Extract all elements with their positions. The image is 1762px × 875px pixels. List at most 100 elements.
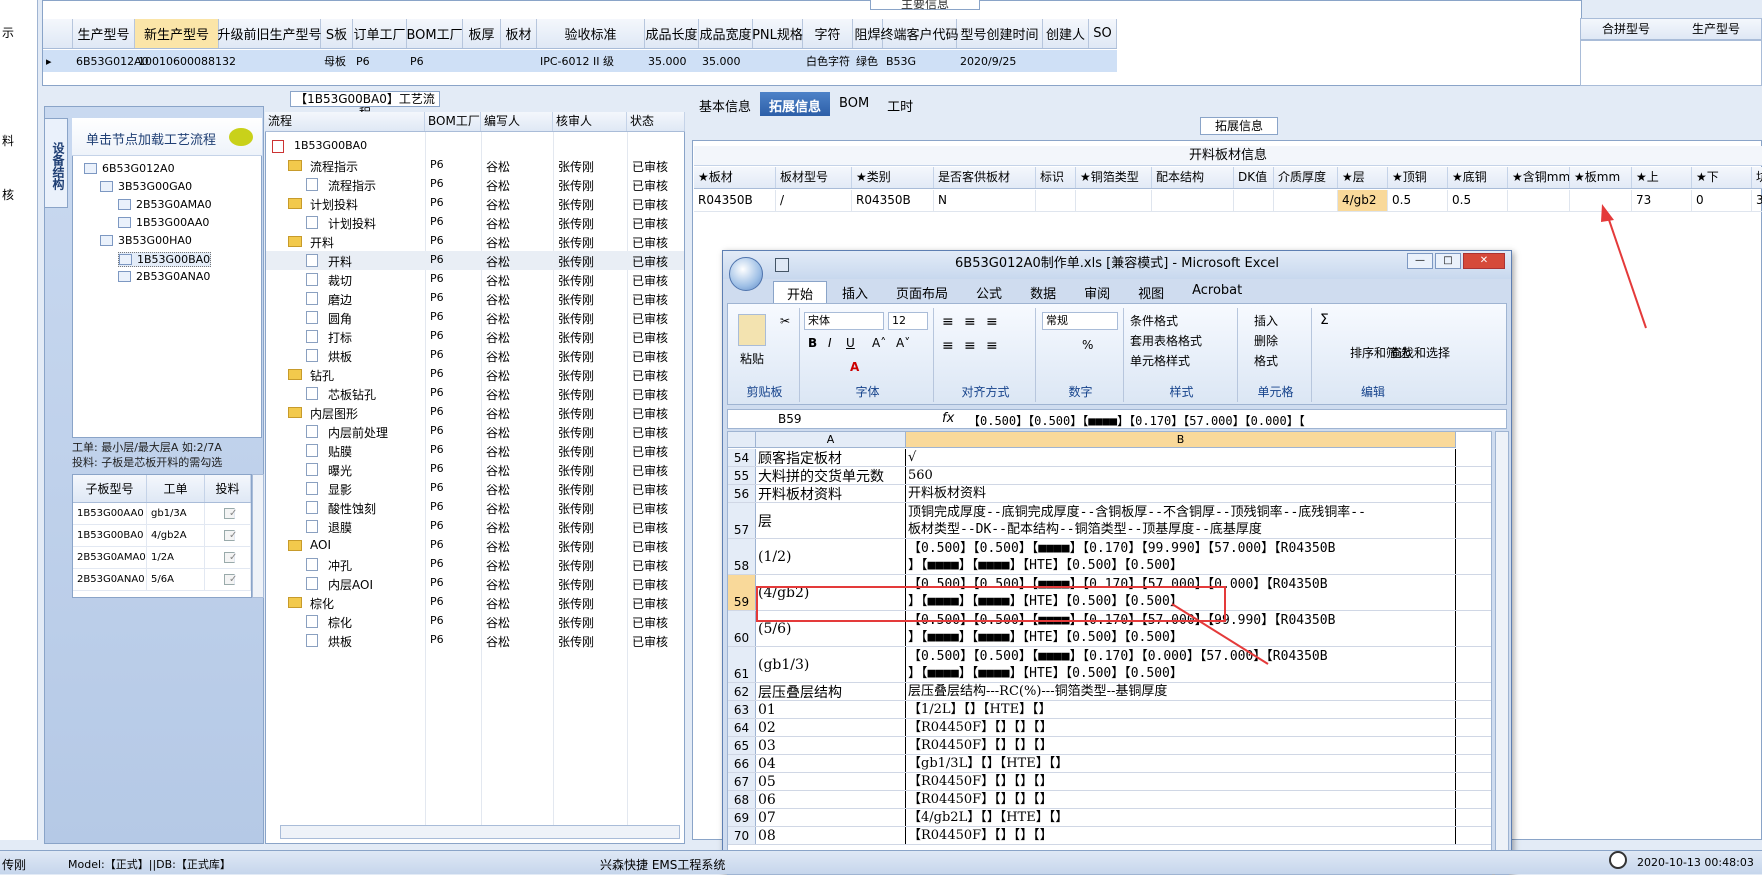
process-row[interactable]: AOI P6 谷松 张传刚 已审核 — [266, 536, 684, 555]
ribbon-tab[interactable]: 开始 — [773, 281, 828, 303]
process-list-scrollbar[interactable] — [280, 825, 680, 839]
row-number[interactable]: 66 — [728, 755, 756, 772]
cell-b[interactable]: 层压叠层结构---RC(%)---铜箔类型--基铜厚度 — [906, 683, 1456, 700]
sheet-row[interactable]: 56 开料板材资料 开料板材资料 — [728, 485, 1491, 503]
board-cell[interactable]: 0.5 — [1448, 190, 1508, 212]
cell-a[interactable]: 07 — [756, 809, 906, 826]
sub-cell[interactable]: ✓ — [205, 547, 251, 568]
ribbon-tab[interactable]: 插入 — [829, 281, 881, 303]
ribbon-tab[interactable]: 公式 — [963, 281, 1015, 303]
sheet-row[interactable]: 64 02 【R04450F】【】【】【】 — [728, 719, 1491, 737]
process-row[interactable]: 计划投料 P6 谷松 张传刚 已审核 — [266, 194, 684, 213]
sub-table-row[interactable]: 2B53G0ANA0 5/6A ✓ — [73, 569, 251, 591]
shrink-font-icon[interactable]: A˅ — [896, 336, 910, 350]
board-header-cell[interactable]: 坑 — [1752, 167, 1762, 188]
row-number[interactable]: 54 — [728, 449, 756, 466]
board-header-cell[interactable]: 介质厚度 — [1274, 167, 1338, 188]
process-row[interactable]: 1B53G00BA0 — [266, 137, 684, 156]
checkbox[interactable]: ✓ — [224, 552, 237, 563]
conditional-format-button[interactable]: 条件格式 — [1130, 312, 1178, 329]
sheet-row[interactable]: 61 (gb1/3) 【0.500】【0.500】【■■■■】【0.170】【0.0… — [728, 647, 1491, 683]
row-number[interactable]: 59 — [728, 575, 756, 610]
board-cell[interactable]: R04350B — [852, 190, 934, 212]
name-box[interactable]: B59 — [778, 412, 802, 426]
column-header[interactable]: SO — [1089, 19, 1117, 48]
row-number[interactable]: 55 — [728, 467, 756, 484]
grid-corner[interactable] — [43, 19, 73, 48]
process-row[interactable]: 内层AOI P6 谷松 张传刚 已审核 — [266, 574, 684, 593]
process-row[interactable]: 流程指示 P6 谷松 张传刚 已审核 — [266, 156, 684, 175]
process-header-cell[interactable]: BOM工厂 — [425, 112, 481, 131]
main-grid-row[interactable]: ▸ 6B53G012A0 10010600088132 母板 P6 P6 IPC-6012 … — [43, 50, 1117, 72]
process-row[interactable]: 棕化 P6 谷松 张传刚 已审核 — [266, 612, 684, 631]
cell-a[interactable]: 02 — [756, 719, 906, 736]
row-number[interactable]: 58 — [728, 539, 756, 574]
board-header-cell[interactable]: ★层 — [1338, 167, 1388, 188]
tab-hours[interactable]: 工时 — [878, 92, 922, 116]
row-selector[interactable]: ▸ — [43, 50, 73, 72]
process-row[interactable]: 冲孔 P6 谷松 张传刚 已审核 — [266, 555, 684, 574]
sheet-row[interactable]: 68 06 【R04450F】【】【】【】 — [728, 791, 1491, 809]
italic-icon[interactable]: I — [828, 336, 832, 350]
column-header[interactable]: A — [756, 432, 906, 447]
cell-b[interactable]: 【R04450F】【】【】【】 — [906, 773, 1456, 790]
board-header-cell[interactable]: ★上 — [1632, 167, 1692, 188]
sub-cell[interactable]: gb1/3A — [147, 503, 205, 524]
save-icon[interactable] — [775, 258, 789, 272]
grid-cell[interactable]: IPC-6012 II 级 — [537, 50, 645, 72]
column-header[interactable]: PNL规格 — [752, 19, 803, 48]
process-row[interactable]: 钻孔 P6 谷松 张传刚 已审核 — [266, 365, 684, 384]
cell-b[interactable]: 【R04450F】【】【】【】 — [906, 827, 1456, 844]
corner-cell[interactable] — [728, 432, 756, 447]
tab-extended-info[interactable]: 拓展信息 — [760, 92, 831, 116]
process-row[interactable]: 内层图形 P6 谷松 张传刚 已审核 — [266, 403, 684, 422]
number-format-select[interactable]: 常规 — [1042, 312, 1118, 330]
row-number[interactable]: 56 — [728, 485, 756, 502]
tree-node[interactable]: 2B53G0ANA0 — [118, 270, 210, 283]
format-cells-button[interactable]: 格式 — [1254, 352, 1278, 369]
tree-node[interactable]: 3B53G00HA0 — [100, 234, 192, 247]
process-row[interactable]: 裁切 P6 谷松 张传刚 已审核 — [266, 270, 684, 289]
process-header-cell[interactable]: 流程 — [265, 112, 425, 131]
board-header-cell[interactable]: ★类别 — [852, 167, 934, 188]
sheet-scrollbar[interactable] — [1495, 431, 1509, 875]
column-header[interactable]: 阻焊 — [853, 19, 883, 48]
office-button-icon[interactable] — [729, 257, 763, 291]
column-header[interactable]: 生产型号 — [73, 19, 135, 48]
cell-b[interactable]: 【4/gb2L】【】【HTE】【】 — [906, 809, 1456, 826]
sheet-row[interactable]: 54 顾客指定板材 √ — [728, 449, 1491, 467]
row-number[interactable]: 62 — [728, 683, 756, 700]
column-header[interactable]: 型号创建时间 — [957, 19, 1043, 48]
row-number[interactable]: 60 — [728, 611, 756, 646]
board-cell[interactable] — [1036, 190, 1076, 212]
board-header-cell[interactable]: ★含铜mm — [1508, 167, 1570, 188]
board-header-cell[interactable]: 标识 — [1036, 167, 1076, 188]
board-header-cell[interactable]: 板材型号 — [776, 167, 852, 188]
process-header-cell[interactable]: 状态 — [627, 112, 685, 131]
tree-node[interactable]: 6B53G012A0 — [84, 162, 175, 175]
process-row[interactable]: 贴膜 P6 谷松 张传刚 已审核 — [266, 441, 684, 460]
sub-header-cell[interactable]: 投料 — [205, 475, 251, 502]
paste-label[interactable]: 粘贴 — [740, 350, 764, 367]
cell-a[interactable]: 08 — [756, 827, 906, 844]
font-size-select[interactable]: 12 — [888, 312, 928, 330]
sub-cell[interactable]: 1B53G00AA0 — [73, 503, 147, 524]
sheet-row[interactable]: 58 (1/2) 【0.500】【0.500】【■■■■】【0.170】【99.99… — [728, 539, 1491, 575]
process-row[interactable]: 开料 P6 谷松 张传刚 已审核 — [266, 251, 684, 270]
sub-cell[interactable]: 2B53G0ANA0 — [73, 569, 147, 590]
cell-b[interactable]: 【R04450F】【】【】【】 — [906, 719, 1456, 736]
grid-cell[interactable] — [463, 50, 501, 72]
table-format-button[interactable]: 套用表格格式 — [1130, 332, 1202, 349]
ribbon-tab[interactable]: 视图 — [1125, 281, 1177, 303]
board-header-cell[interactable]: ★板材 — [694, 167, 776, 188]
cell-a[interactable]: (gb1/3) — [756, 647, 906, 682]
cell-a[interactable]: (1/2) — [756, 539, 906, 574]
column-header[interactable]: 新生产型号 — [135, 19, 219, 48]
board-cell[interactable] — [1508, 190, 1570, 212]
process-row[interactable]: 打标 P6 谷松 张传刚 已审核 — [266, 327, 684, 346]
percent-icon[interactable]: % — [1082, 338, 1093, 352]
row-number[interactable]: 64 — [728, 719, 756, 736]
cell-b[interactable]: 560 — [906, 467, 1456, 484]
board-cell[interactable]: 4/gb2 — [1338, 190, 1388, 212]
board-header-cell[interactable]: ★板mm — [1570, 167, 1632, 188]
